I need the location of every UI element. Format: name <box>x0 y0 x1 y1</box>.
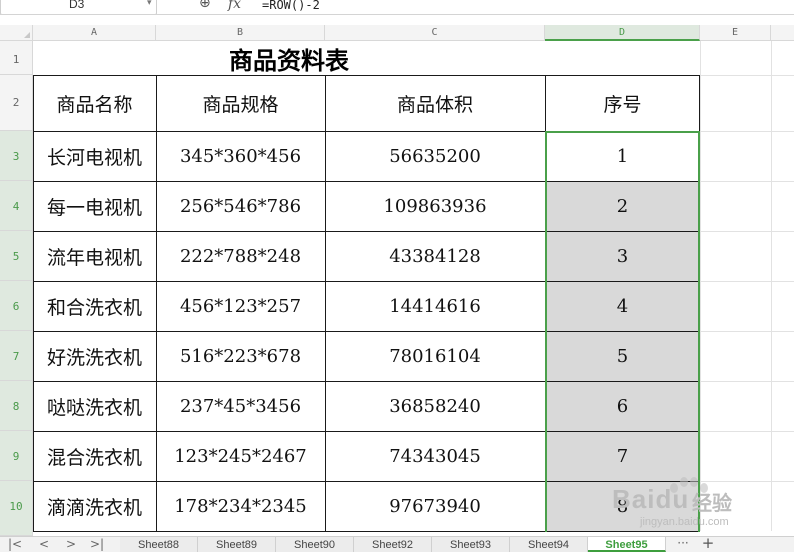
row-header-7[interactable]: 7 <box>0 331 33 381</box>
watermark-url: jingyan.baidu.com <box>640 516 729 528</box>
cell-spec[interactable]: 516*223*678 <box>156 331 325 381</box>
sheet-tab[interactable]: Sheet93 <box>432 537 510 552</box>
sheet-tab-active[interactable]: Sheet95 <box>588 537 666 552</box>
cell-spec[interactable]: 345*360*456 <box>156 131 325 181</box>
cell-spec[interactable]: 123*245*2467 <box>156 431 325 481</box>
first-sheet-icon[interactable]: |< <box>4 537 26 552</box>
formula-input[interactable]: =ROW()-2 <box>262 0 320 12</box>
cell-spec[interactable]: 178*234*2345 <box>156 481 325 531</box>
row-header-10[interactable]: 10 <box>0 481 33 536</box>
table-border <box>33 281 700 282</box>
column-header-d[interactable]: D <box>545 25 700 41</box>
cell-name[interactable]: 好洗洗衣机 <box>33 331 156 381</box>
cell-name[interactable]: 和合洗衣机 <box>33 281 156 331</box>
sheet-tab[interactable]: Sheet88 <box>120 537 198 552</box>
row-header-6[interactable]: 6 <box>0 281 33 331</box>
gridline <box>700 41 701 531</box>
column-header-f[interactable] <box>771 25 794 41</box>
cell-seq[interactable]: 6 <box>545 381 700 431</box>
cell-volume[interactable]: 78016104 <box>325 331 545 381</box>
row-header-5[interactable]: 5 <box>0 231 33 281</box>
cell-seq[interactable]: 1 <box>545 131 700 181</box>
table-border <box>156 75 157 531</box>
add-sheet-icon[interactable]: + <box>698 536 718 552</box>
header-cell-name[interactable]: 商品名称 <box>33 75 156 131</box>
cell-name[interactable]: 混合洗衣机 <box>33 431 156 481</box>
table-border <box>33 75 34 531</box>
select-all-corner[interactable] <box>0 25 33 41</box>
watermark-brand: Baidu <box>612 484 690 514</box>
cell-seq[interactable]: 4 <box>545 281 700 331</box>
row-header-8[interactable]: 8 <box>0 381 33 431</box>
row-header-4[interactable]: 4 <box>0 181 33 231</box>
zoom-icon[interactable]: ⊕ <box>199 0 211 11</box>
cell-name[interactable]: 长河电视机 <box>33 131 156 181</box>
last-sheet-icon[interactable]: >| <box>86 537 108 552</box>
more-sheets-icon[interactable]: ··· <box>672 537 694 552</box>
cell-name[interactable]: 滴滴洗衣机 <box>33 481 156 531</box>
cell-spec[interactable]: 237*45*3456 <box>156 381 325 431</box>
cell-spec[interactable]: 222*788*248 <box>156 231 325 281</box>
cell-spec[interactable]: 256*546*786 <box>156 181 325 231</box>
header-cell-seq[interactable]: 序号 <box>545 75 700 131</box>
sheet-title[interactable]: 商品资料表 <box>33 41 545 75</box>
table-border <box>33 231 700 232</box>
gridline <box>771 41 772 531</box>
table-border <box>33 381 700 382</box>
table-border <box>33 181 700 182</box>
row-header-2[interactable]: 2 <box>0 75 33 131</box>
cell-spec[interactable]: 456*123*257 <box>156 281 325 331</box>
formula-bar: D3 ▾ ⊕ fx =ROW()-2 <box>0 0 794 15</box>
column-header-a[interactable]: A <box>33 25 156 41</box>
column-header-e[interactable]: E <box>700 25 771 41</box>
cell-volume[interactable]: 97673940 <box>325 481 545 531</box>
table-border <box>699 75 700 531</box>
sheet-tab-bar: |< < > >| Sheet88 Sheet89 Sheet90 Sheet9… <box>0 536 794 552</box>
cell-volume[interactable]: 14414616 <box>325 281 545 331</box>
header-cell-volume[interactable]: 商品体积 <box>325 75 545 131</box>
cell-name[interactable]: 每一电视机 <box>33 181 156 231</box>
table-border <box>33 431 700 432</box>
row-header-9[interactable]: 9 <box>0 431 33 481</box>
cell-volume[interactable]: 36858240 <box>325 381 545 431</box>
table-border <box>33 75 700 76</box>
watermark-label: 经验 <box>692 491 732 515</box>
cell-name[interactable]: 哒哒洗衣机 <box>33 381 156 431</box>
column-header-b[interactable]: B <box>156 25 325 41</box>
cell-volume[interactable]: 109863936 <box>325 181 545 231</box>
row-header-3[interactable]: 3 <box>0 131 33 181</box>
sheet-tab[interactable]: Sheet90 <box>276 537 354 552</box>
cell-seq[interactable]: 2 <box>545 181 700 231</box>
row-header-1[interactable]: 1 <box>0 41 33 75</box>
table-border <box>33 131 700 132</box>
cell-seq[interactable]: 3 <box>545 231 700 281</box>
sheet-tab[interactable]: Sheet94 <box>510 537 588 552</box>
chevron-down-icon[interactable]: ▾ <box>147 0 152 8</box>
sheet-tab[interactable]: Sheet89 <box>198 537 276 552</box>
table-border <box>325 75 326 531</box>
header-cell-spec[interactable]: 商品规格 <box>156 75 325 131</box>
cell-volume[interactable]: 43384128 <box>325 231 545 281</box>
column-header-c[interactable]: C <box>325 25 545 41</box>
cell-seq[interactable]: 5 <box>545 331 700 381</box>
sheet-tab[interactable]: Sheet92 <box>354 537 432 552</box>
prev-sheet-icon[interactable]: < <box>33 537 55 552</box>
table-border <box>545 75 546 531</box>
cell-name[interactable]: 流年电视机 <box>33 231 156 281</box>
cell-volume[interactable]: 56635200 <box>325 131 545 181</box>
next-sheet-icon[interactable]: > <box>60 537 82 552</box>
fx-icon[interactable]: fx <box>228 0 241 12</box>
table-border <box>33 331 700 332</box>
name-box-value: D3 <box>69 0 85 11</box>
name-box[interactable]: D3 ▾ <box>0 0 157 14</box>
cell-volume[interactable]: 74343045 <box>325 431 545 481</box>
